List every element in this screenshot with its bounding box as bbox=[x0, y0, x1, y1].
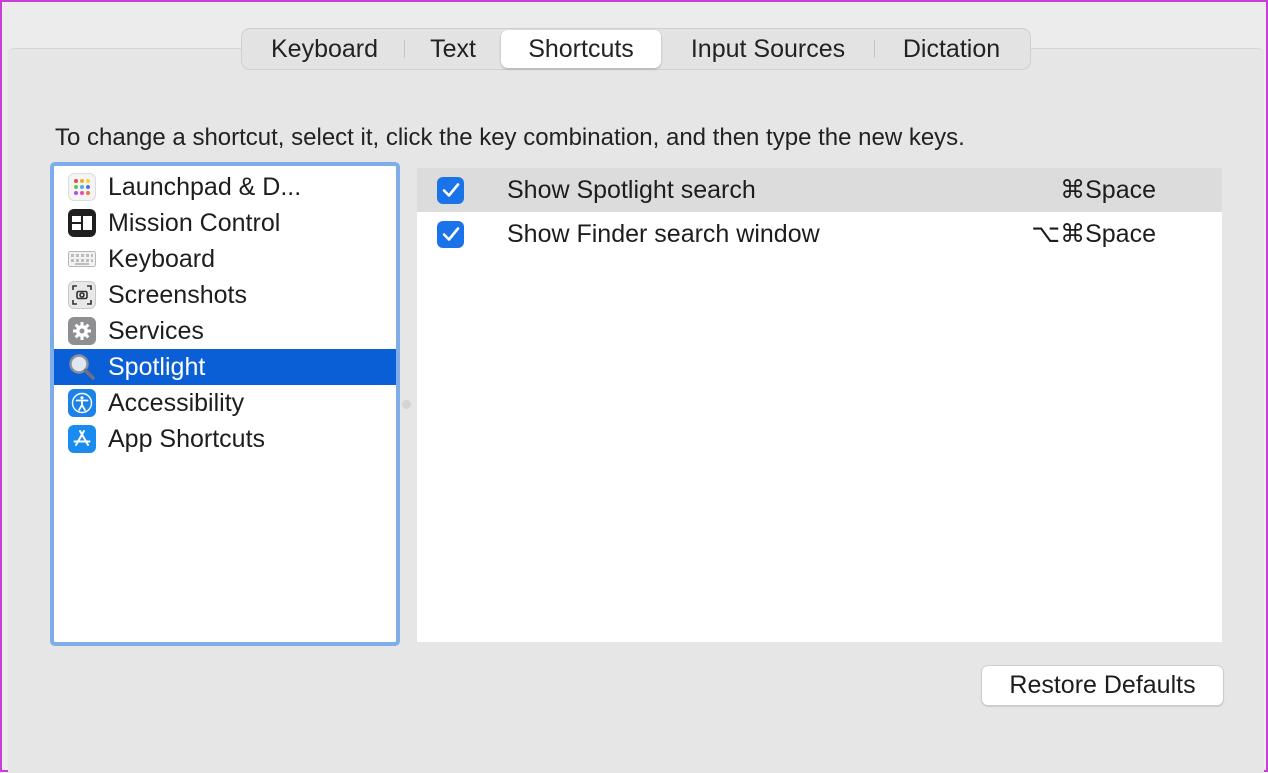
accessibility-icon bbox=[68, 389, 96, 417]
screenshot-icon bbox=[68, 281, 96, 309]
magnifier-icon bbox=[68, 353, 96, 381]
sidebar-item-label: Launchpad & D... bbox=[108, 172, 302, 201]
shortcut-label: Show Finder search window bbox=[507, 219, 820, 248]
shortcut-category-list[interactable]: Launchpad & D... Mission Control Keyboar… bbox=[50, 162, 400, 646]
mission-control-icon bbox=[68, 209, 96, 237]
sidebar-item-mission-control[interactable]: Mission Control bbox=[54, 205, 396, 241]
sidebar-item-keyboard[interactable]: Keyboard bbox=[54, 241, 396, 277]
sidebar-item-spotlight[interactable]: Spotlight bbox=[54, 349, 396, 385]
sidebar-item-screenshots[interactable]: Screenshots bbox=[54, 277, 396, 313]
sidebar-item-label: Mission Control bbox=[108, 208, 281, 237]
shortcut-checkbox[interactable] bbox=[437, 176, 464, 204]
shortcut-row[interactable]: Show Finder search window ⌥⌘Space bbox=[417, 212, 1222, 256]
sidebar-item-accessibility[interactable]: Accessibility bbox=[54, 385, 396, 421]
sidebar-item-label: App Shortcuts bbox=[108, 424, 266, 453]
tab-text[interactable]: Text bbox=[405, 30, 501, 68]
tab-keyboard[interactable]: Keyboard bbox=[244, 30, 405, 68]
keyboard-icon bbox=[68, 245, 96, 273]
app-store-icon bbox=[68, 425, 96, 453]
sidebar-item-label: Services bbox=[108, 316, 204, 345]
shortcut-checkbox[interactable] bbox=[437, 220, 464, 248]
sidebar-item-label: Spotlight bbox=[108, 352, 206, 381]
launchpad-icon bbox=[68, 173, 96, 201]
shortcut-keys[interactable]: ⌘Space bbox=[1060, 175, 1156, 205]
sidebar-item-label: Keyboard bbox=[108, 244, 216, 273]
sidebar-item-services[interactable]: Services bbox=[54, 313, 396, 349]
sidebar-item-label: Accessibility bbox=[108, 388, 245, 417]
sidebar-item-label: Screenshots bbox=[108, 280, 247, 309]
sidebar-item-launchpad[interactable]: Launchpad & D... bbox=[54, 169, 396, 205]
shortcut-keys[interactable]: ⌥⌘Space bbox=[1031, 219, 1156, 249]
shortcut-row[interactable]: Show Spotlight search ⌘Space bbox=[417, 168, 1222, 212]
shortcut-label: Show Spotlight search bbox=[507, 175, 756, 204]
tab-input-sources[interactable]: Input Sources bbox=[661, 30, 875, 68]
split-view-handle[interactable] bbox=[402, 400, 411, 409]
restore-defaults-button[interactable]: Restore Defaults bbox=[981, 665, 1224, 706]
sidebar-item-app-shortcuts[interactable]: App Shortcuts bbox=[54, 421, 396, 457]
tab-shortcuts[interactable]: Shortcuts bbox=[501, 30, 661, 68]
shortcut-list: Show Spotlight search ⌘Space Show Finder… bbox=[417, 168, 1222, 642]
gear-icon bbox=[68, 317, 96, 345]
instruction-text: To change a shortcut, select it, click t… bbox=[55, 124, 965, 151]
tab-dictation[interactable]: Dictation bbox=[875, 30, 1028, 68]
tab-bar: Keyboard Text Shortcuts Input Sources Di… bbox=[241, 28, 1031, 70]
